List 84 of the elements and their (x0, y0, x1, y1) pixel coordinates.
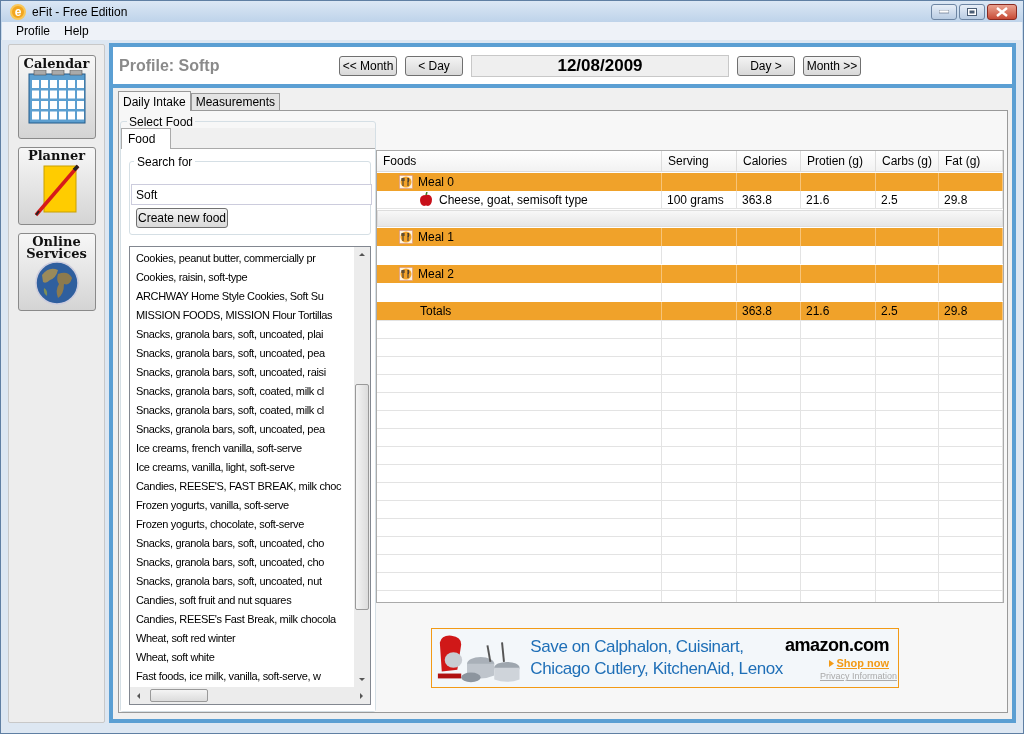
table-cell-text: 29.8 (944, 303, 968, 320)
maximize-button[interactable] (959, 3, 985, 20)
tab[interactable]: Measurements (190, 93, 281, 111)
sidebar-button[interactable]: Online Services (17, 233, 96, 311)
tab[interactable]: Food (121, 128, 171, 149)
list-item[interactable]: Cookies, peanut butter, commercially pr (136, 249, 316, 268)
fork-knife-icon (399, 175, 413, 189)
table-cell-text: Meal 0 (418, 174, 455, 191)
sidebar-button[interactable]: Planner (17, 147, 96, 225)
profile-title: Profile: Softp (119, 55, 221, 76)
table-cell-text: 100 grams (667, 191, 724, 209)
table-cell-text: Meal 2 (418, 266, 455, 283)
horizontal-scrollbar[interactable] (130, 687, 370, 704)
nav-button[interactable]: Day > (737, 55, 795, 76)
list-item[interactable]: Candies, REESE's Fast Break, milk chocola (136, 610, 336, 629)
list-item[interactable]: Candies, REESE'S, FAST BREAK, milk choc (136, 477, 342, 496)
list-item[interactable]: Wheat, soft white (136, 648, 215, 667)
table-cell-text: Totals (420, 303, 452, 320)
maximize-icon (967, 7, 977, 16)
nav-button[interactable]: < Day (405, 55, 463, 76)
list-item[interactable]: Snacks, granola bars, soft, coated, milk cl (136, 401, 324, 420)
table-cell-text: 29.8 (944, 191, 968, 209)
nav-button[interactable]: Month >> (803, 55, 861, 76)
list-item[interactable]: Ice creams, french vanilla, soft-serve (136, 439, 302, 458)
table-cell-text: Cheese, goat, semisoft type (439, 191, 588, 209)
list-item[interactable]: Snacks, granola bars, soft, uncoated, cho (136, 534, 325, 553)
menu-item[interactable]: Help (64, 22, 89, 40)
table-row[interactable]: Meal 2 (377, 265, 1003, 283)
list-item[interactable]: Cookies, raisin, soft-type (136, 268, 248, 287)
close-button[interactable] (987, 3, 1017, 20)
list-item[interactable]: Snacks, granola bars, soft, uncoated, raisi (136, 363, 326, 382)
close-icon (996, 6, 1008, 17)
list-item[interactable]: Frozen yogurts, chocolate, soft-serve (136, 515, 305, 534)
table-cell-text: 2.5 (881, 303, 898, 320)
search-field[interactable]: Soft (131, 184, 372, 205)
column-header[interactable]: Carbs (g) (876, 151, 939, 171)
app-logo: e (10, 3, 26, 20)
list-item[interactable]: Snacks, granola bars, soft, uncoated, cho (136, 553, 325, 572)
table-row[interactable]: Meal 1 (377, 228, 1003, 246)
vertical-scrollbar[interactable] (354, 247, 370, 687)
nav-button[interactable]: << Month (339, 55, 397, 76)
list-item[interactable]: Snacks, granola bars, soft, uncoated, plai (136, 325, 324, 344)
date-display: 12/08/2009 (471, 54, 729, 77)
table-cell-text: Meal 1 (418, 229, 455, 246)
column-header[interactable]: Protien (g) (801, 151, 876, 171)
globe-icon (33, 260, 80, 306)
ad-headline: Save on Calphalon, Cuisinart, Chicago Cutlery, KitchenAid, Lenox (530, 636, 784, 680)
create-food-button[interactable]: Create new food (136, 208, 228, 228)
scroll-right-icon[interactable] (358, 691, 366, 700)
list-item[interactable]: Ice creams, vanilla, light, soft-serve (136, 458, 295, 477)
calendar-icon (27, 70, 86, 124)
list-item[interactable]: Snacks, granola bars, soft, coated, milk cl (136, 382, 324, 401)
column-header[interactable]: Serving (662, 151, 737, 171)
list-item[interactable]: Candies, soft fruit and nut squares (136, 591, 292, 610)
list-item[interactable]: Snacks, granola bars, soft, uncoated, pea (136, 344, 325, 363)
notepad-pencil-icon (33, 162, 80, 218)
sidebar-button[interactable]: Calendar (17, 55, 96, 139)
list-item[interactable]: Wheat, soft red winter (136, 629, 236, 648)
fork-knife-icon (399, 267, 413, 281)
minimize-icon (939, 9, 949, 14)
list-item[interactable]: Snacks, granola bars, soft, uncoated, nut (136, 572, 322, 591)
tab[interactable]: Daily Intake (118, 91, 191, 111)
group-label: Select Food (127, 116, 196, 128)
column-header[interactable]: Foods (377, 151, 662, 171)
triangle-icon (829, 659, 835, 667)
table-row[interactable]: Meal 0 (377, 173, 1003, 191)
brand-name: amazon.com (784, 634, 890, 655)
window-title: eFit - Free Edition (32, 3, 128, 21)
table-row[interactable]: Totals 363.8 21.6 2.5 29.8 (377, 302, 1003, 320)
table-cell-text: 363.8 (742, 191, 773, 209)
menu-item[interactable]: Profile (16, 22, 50, 40)
table-cell-text: 21.6 (806, 303, 830, 320)
fork-knife-icon (399, 230, 413, 244)
list-item[interactable]: MISSION FOODS, MISSION Flour Tortillas (136, 306, 333, 325)
table-cell-text: 2.5 (881, 191, 898, 209)
list-item[interactable]: Frozen yogurts, vanilla, soft-serve (136, 496, 289, 515)
column-header[interactable]: Calories (737, 151, 801, 171)
column-header[interactable]: Fat (g) (939, 151, 1003, 171)
minimize-button[interactable] (931, 3, 957, 20)
list-item[interactable]: Snacks, granola bars, soft, uncoated, pea (136, 420, 325, 439)
list-item[interactable]: Fast foods, ice milk, vanilla, soft-serve, w (136, 667, 321, 686)
table-cell-text: 21.6 (806, 191, 830, 209)
table-cell-text: 363.8 (742, 303, 773, 320)
list-item[interactable]: ARCHWAY Home Style Cookies, Soft Su (136, 287, 324, 306)
